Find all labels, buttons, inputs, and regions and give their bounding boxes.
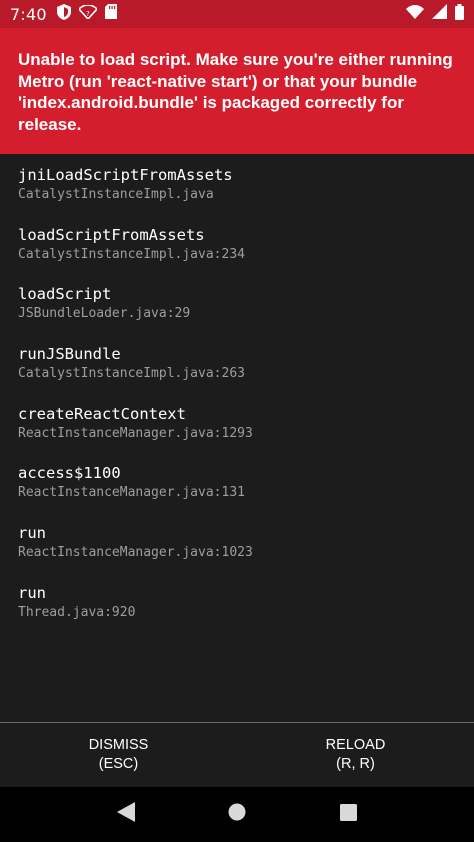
frame-file: Thread.java:920 <box>18 604 136 620</box>
battery-icon <box>455 3 464 25</box>
wifi-icon <box>406 4 424 24</box>
dismiss-button[interactable]: DISMISS (ESC) <box>0 723 237 787</box>
status-time: 7:40 <box>10 4 47 24</box>
frame-method: run <box>18 524 46 543</box>
svg-text:?: ? <box>86 10 90 18</box>
home-icon <box>228 803 246 826</box>
stack-frame[interactable]: runJSBundle CatalystInstanceImpl.java:26… <box>0 343 474 403</box>
reload-button[interactable]: RELOAD (R, R) <box>237 723 474 787</box>
nav-bar <box>0 787 474 842</box>
stack-frame[interactable]: loadScriptFromAssets CatalystInstanceImp… <box>0 224 474 284</box>
frame-method: createReactContext <box>18 404 186 423</box>
signal-icon <box>432 4 447 24</box>
error-header: Unable to load script. Make sure you're … <box>0 28 474 154</box>
back-button[interactable] <box>106 795 146 835</box>
button-bar: DISMISS (ESC) RELOAD (R, R) <box>0 723 474 787</box>
reload-shortcut: (R, R) <box>336 756 375 772</box>
frame-method: access$1100 <box>18 464 121 483</box>
stack-frame[interactable]: jniLoadScriptFromAssets CatalystInstance… <box>0 164 474 224</box>
frame-file: JSBundleLoader.java:29 <box>18 306 191 322</box>
dismiss-shortcut: (ESC) <box>98 756 139 772</box>
frame-method: loadScript <box>18 285 112 304</box>
stack-frame[interactable]: loadScript JSBundleLoader.java:29 <box>0 283 474 343</box>
frame-method: run <box>18 583 46 602</box>
recents-icon <box>339 803 357 826</box>
frame-file: CatalystInstanceImpl.java <box>18 187 214 202</box>
wifi-off-icon: ? <box>77 3 98 24</box>
status-left-icons: ? <box>56 3 117 25</box>
frame-method: loadScriptFromAssets <box>18 225 205 244</box>
frame-file: CatalystInstanceImpl.java:234 <box>18 246 245 262</box>
frame-file: CatalystInstanceImpl.java:263 <box>18 366 245 382</box>
stack-frame[interactable]: createReactContext ReactInstanceManager.… <box>0 403 474 463</box>
status-right-icons <box>406 3 464 25</box>
status-bar: 7:40 ? <box>0 0 474 28</box>
frame-method: runJSBundle <box>18 345 121 364</box>
stack-frame[interactable]: run ReactInstanceManager.java:1023 <box>0 522 474 582</box>
stack-frame[interactable]: access$1100 ReactInstanceManager.java:13… <box>0 462 474 522</box>
error-message: Unable to load script. Make sure you're … <box>18 50 453 134</box>
recents-button[interactable] <box>328 795 368 835</box>
frame-method: jniLoadScriptFromAssets <box>18 166 233 184</box>
frame-file: ReactInstanceManager.java:1023 <box>18 545 253 561</box>
back-icon <box>116 802 135 827</box>
frame-file: ReactInstanceManager.java:131 <box>18 485 245 501</box>
dismiss-label: DISMISS <box>88 737 149 753</box>
frame-file: ReactInstanceManager.java:1293 <box>18 425 253 441</box>
stack-trace-list[interactable]: jniLoadScriptFromAssets CatalystInstance… <box>0 154 474 722</box>
sd-card-icon <box>104 4 117 24</box>
home-button[interactable] <box>217 795 257 835</box>
reload-label: RELOAD <box>325 737 386 753</box>
shield-icon <box>56 3 71 25</box>
stack-frame[interactable]: run Thread.java:920 <box>0 582 474 642</box>
